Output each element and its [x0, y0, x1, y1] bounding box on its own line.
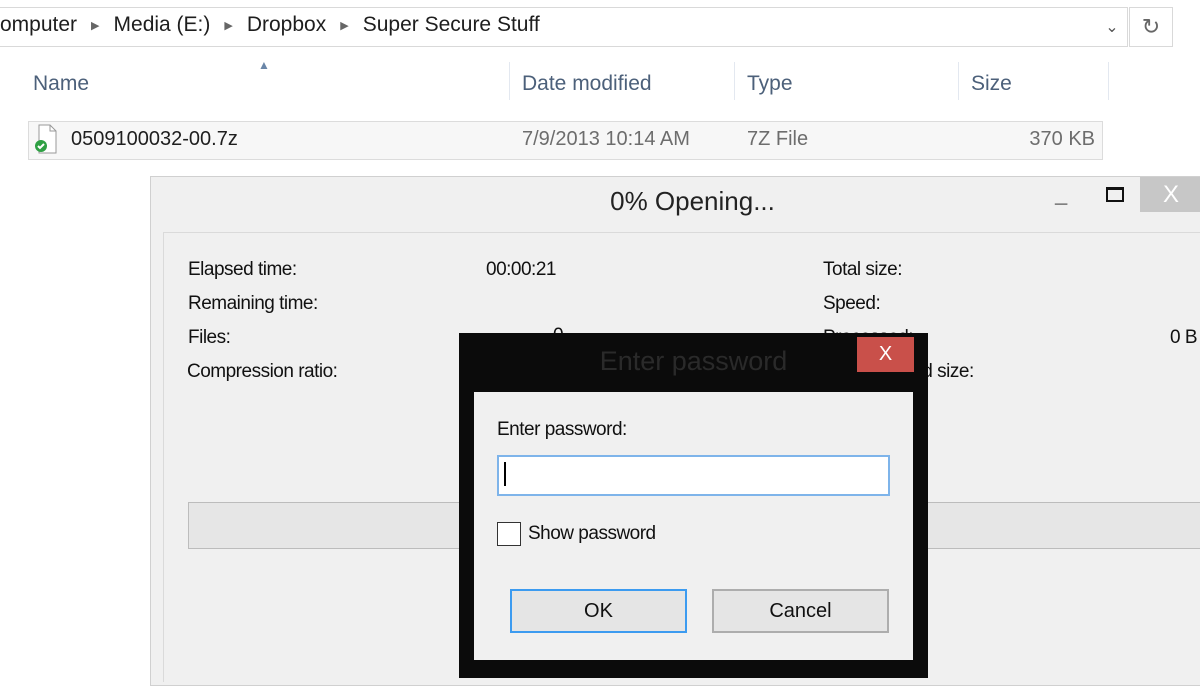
breadcrumb-item[interactable]: Media (E:): [114, 13, 211, 37]
close-icon: X: [1162, 180, 1179, 208]
dialog-close-button[interactable]: X: [857, 337, 914, 372]
elapsed-time-label: Elapsed time:: [188, 259, 297, 280]
speed-label: Speed:: [823, 293, 881, 314]
breadcrumb-item[interactable]: omputer: [0, 13, 77, 37]
column-header-name[interactable]: Name: [33, 72, 89, 96]
progress-window-title: 0% Opening...: [610, 186, 775, 216]
column-header-size[interactable]: Size: [971, 72, 1012, 96]
maximize-icon[interactable]: [1106, 187, 1124, 202]
ok-button[interactable]: OK: [510, 589, 687, 633]
minimize-icon[interactable]: _: [1055, 184, 1073, 206]
file-name: 0509100032-00.7z: [71, 128, 238, 150]
compression-ratio-label: Compression ratio:: [187, 361, 338, 382]
chevron-right-icon[interactable]: ▶: [224, 19, 232, 32]
show-password-label[interactable]: Show password: [528, 523, 656, 545]
total-size-label: Total size:: [823, 259, 902, 280]
cancel-button[interactable]: Cancel: [712, 589, 889, 633]
column-divider[interactable]: [734, 62, 735, 100]
close-button[interactable]: X: [1140, 177, 1200, 212]
remaining-time-label: Remaining time:: [188, 293, 318, 314]
password-prompt-label: Enter password:: [497, 419, 627, 440]
files-label: Files:: [188, 327, 231, 348]
password-input[interactable]: [497, 455, 890, 496]
breadcrumb: omputer ▶ Media (E:) ▶ Dropbox ▶ Super Secu…: [0, 13, 540, 37]
column-divider[interactable]: [509, 62, 510, 100]
close-icon: X: [878, 343, 893, 365]
column-header-date[interactable]: Date modified: [522, 72, 652, 96]
text-cursor: [504, 462, 506, 486]
breadcrumb-item[interactable]: Super Secure Stuff: [363, 13, 540, 37]
column-divider[interactable]: [1108, 62, 1109, 100]
column-header-type[interactable]: Type: [747, 72, 793, 96]
chevron-down-icon[interactable]: ⌄: [1096, 8, 1128, 46]
file-date: 7/9/2013 10:14 AM: [522, 128, 690, 150]
processed-value: 0 B: [1170, 327, 1198, 348]
file-size: 370 KB: [1029, 128, 1095, 150]
show-password-checkbox[interactable]: [497, 522, 521, 546]
file-type: 7Z File: [747, 128, 809, 150]
breadcrumb-item[interactable]: Dropbox: [247, 13, 326, 37]
column-divider[interactable]: [958, 62, 959, 100]
elapsed-time-value: 00:00:21: [486, 259, 556, 280]
7z-file-synced-icon: [35, 124, 57, 154]
sort-ascending-icon: ▲: [258, 58, 270, 72]
chevron-right-icon[interactable]: ▶: [340, 19, 348, 32]
refresh-icon[interactable]: ↻: [1129, 7, 1173, 47]
chevron-right-icon[interactable]: ▶: [91, 19, 99, 32]
